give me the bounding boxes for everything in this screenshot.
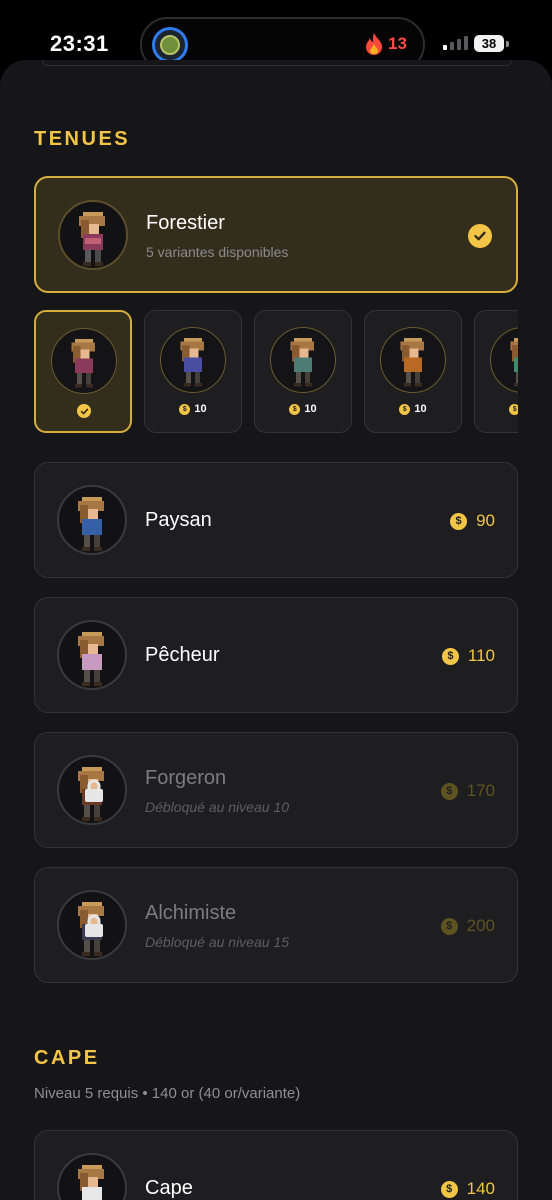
avatar [57, 620, 127, 690]
variant-1[interactable] [34, 310, 132, 433]
coin-icon: $ [289, 403, 301, 415]
outfit-pêcheur-card[interactable]: Pêcheur $110 [34, 597, 518, 713]
coin-icon: $ [441, 647, 459, 665]
price-value: 90 [476, 511, 495, 530]
outfit-name: Pêcheur [145, 644, 220, 666]
avatar [57, 485, 127, 555]
avatar [57, 755, 127, 825]
character-sprite [290, 337, 314, 387]
battery-tip [506, 41, 509, 47]
outfit-name: Cape [145, 1177, 193, 1199]
variant-price: $10 [255, 403, 351, 415]
section-title-cape: CAPE [34, 1047, 100, 1069]
price-value: 170 [466, 781, 495, 800]
character-sprite [400, 337, 424, 387]
outfit-name: Paysan [145, 509, 212, 531]
coin-icon: $ [509, 403, 518, 415]
coin-icon: $ [179, 403, 191, 415]
character-sprite [510, 337, 518, 387]
sheet-header-edge [42, 60, 512, 66]
coin-icon: $ [440, 782, 458, 800]
status-time: 23:31 [50, 31, 109, 56]
outfit-name: Forestier [146, 212, 225, 234]
variant-price-value: 10 [414, 403, 427, 415]
variant-4[interactable]: $10 [364, 310, 462, 433]
avatar [58, 200, 128, 270]
variant-5[interactable]: $10 [474, 310, 518, 433]
variant-price-value: 10 [304, 403, 317, 415]
cellular-signal-icon [443, 36, 468, 50]
coin-icon: $ [440, 1180, 458, 1198]
coin-icon: $ [399, 403, 411, 415]
character-sprite [180, 337, 204, 387]
avatar [57, 1153, 127, 1200]
variant-avatar [270, 327, 336, 393]
price: $200 [440, 916, 495, 936]
character-sprite [78, 632, 104, 686]
streak-count: 13 [388, 34, 407, 53]
price-value: 140 [466, 1179, 495, 1198]
variant-price: $10 [475, 403, 518, 415]
avatar [57, 890, 127, 960]
outfit-paysan-card[interactable]: Paysan $90 [34, 462, 518, 578]
app-activity-icon [152, 27, 188, 63]
variant-price: $10 [365, 403, 461, 415]
price: $110 [441, 646, 495, 666]
outfit-card-selected[interactable]: Forestier 5 variantes disponibles [34, 176, 518, 293]
variant-avatar [160, 327, 226, 393]
cape-requirement-text: Niveau 5 requis • 140 or (40 or/variante… [34, 1085, 301, 1102]
battery-icon: 38 [474, 35, 504, 52]
variant-avatar [51, 328, 117, 394]
variant-2[interactable]: $10 [144, 310, 242, 433]
outfit-forgeron-card[interactable]: Forgeron Débloqué au niveau 10 $170 [34, 732, 518, 848]
lock-icon [85, 914, 103, 937]
coin-icon: $ [450, 512, 468, 530]
character-sprite [78, 497, 104, 551]
flame-icon [366, 33, 382, 55]
variant-avatar [490, 327, 518, 393]
outfit-name: Forgeron [145, 767, 227, 789]
outfit-alchimiste-card[interactable]: Alchimiste Débloqué au niveau 15 $200 [34, 867, 518, 983]
section-title-tenues: TENUES [34, 128, 131, 150]
price: $170 [440, 781, 495, 801]
variant-avatar [380, 327, 446, 393]
variant-3[interactable]: $10 [254, 310, 352, 433]
price-value: 110 [467, 646, 495, 665]
variant-price-value: 10 [194, 403, 207, 415]
character-sprite [79, 212, 105, 266]
price: $140 [440, 1179, 495, 1199]
variant-price: $10 [145, 403, 241, 415]
coin-icon: $ [440, 917, 458, 935]
check-circle-icon [468, 224, 492, 248]
price-value: 200 [466, 916, 495, 935]
variant-strip[interactable]: $10$10$10$10 [34, 310, 518, 434]
outfit-name: Alchimiste [145, 902, 237, 924]
lock-icon [85, 779, 103, 802]
character-sprite [71, 338, 95, 388]
outfit-variants-count: 5 variantes disponibles [146, 244, 289, 260]
check-circle-icon [77, 404, 91, 418]
cape-cape-card[interactable]: Cape $140 [34, 1130, 518, 1200]
unlock-requirement: Débloqué au niveau 10 [145, 799, 290, 815]
price: $90 [450, 511, 495, 531]
character-sprite [78, 1165, 104, 1200]
unlock-requirement: Débloqué au niveau 15 [145, 934, 290, 950]
